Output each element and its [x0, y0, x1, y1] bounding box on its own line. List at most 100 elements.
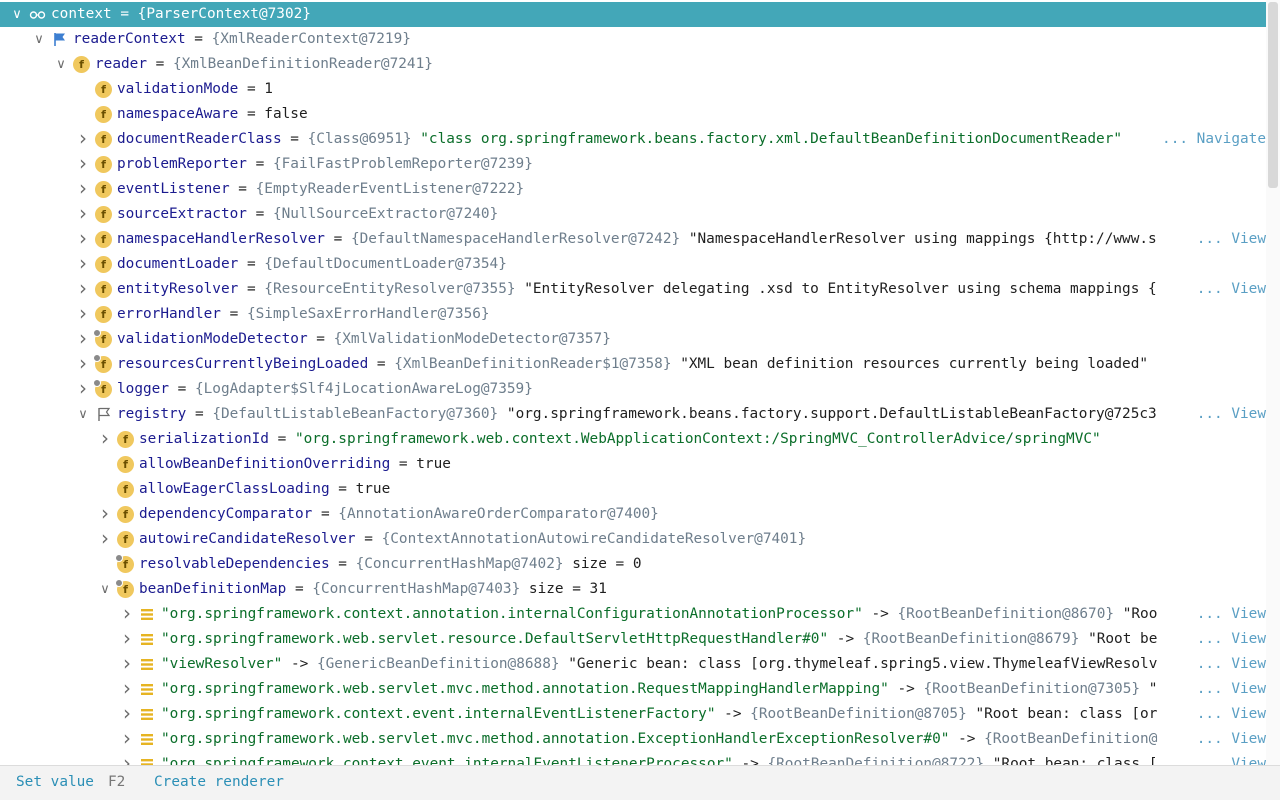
row-text: namespaceAware = false [117, 102, 308, 127]
variable-row[interactable]: › f documentReaderClass = {Class@6951} "cl… [0, 127, 1266, 152]
value-text: "XML bean definition resources currently… [680, 356, 1149, 372]
map-entry-row[interactable]: › "org.springframework.web.servlet.resour… [0, 627, 1266, 652]
set-value-button[interactable]: Set value [16, 774, 94, 790]
navigate-link[interactable]: ... Navigate [1162, 131, 1266, 147]
view-link[interactable]: ... View [1197, 731, 1266, 747]
variable-row[interactable]: › f namespaceHandlerResolver = {DefaultNam… [0, 227, 1266, 252]
variable-row[interactable]: f namespaceAware = false [0, 102, 1266, 127]
map-entry-row[interactable]: › "org.springframework.context.event.inte… [0, 752, 1266, 766]
row-text: validationModeDetector = {XmlValidationM… [117, 327, 611, 352]
operator: = [329, 481, 356, 497]
field-name: allowBeanDefinitionOverriding [139, 456, 391, 472]
variable-row[interactable]: › f sourceExtractor = {NullSourceExtractor… [0, 202, 1266, 227]
chevron-right-icon[interactable]: › [98, 427, 112, 452]
chevron-right-icon[interactable]: › [76, 277, 90, 302]
view-link[interactable]: ... View [1197, 631, 1266, 647]
field-name: readerContext [73, 31, 186, 47]
field-final-icon: f [93, 379, 112, 398]
map-entry-row[interactable]: › "org.springframework.context.event.inte… [0, 702, 1266, 727]
chevron-right-icon[interactable]: › [120, 627, 134, 652]
chevron-right-icon[interactable]: › [76, 152, 90, 177]
scrollbar-thumb[interactable] [1268, 2, 1278, 188]
view-link-container: ... View [1182, 227, 1266, 252]
chevron-down-icon[interactable]: ∨ [76, 402, 90, 427]
vertical-scrollbar[interactable] [1266, 0, 1280, 766]
variable-row[interactable]: › f autowireCandidateResolver = {ContextAn… [0, 527, 1266, 552]
chevron-right-icon[interactable]: › [120, 602, 134, 627]
object-ref: {AnnotationAwareOrderComparator@7400} [338, 506, 659, 522]
variable-row[interactable]: › f dependencyComparator = {AnnotationAwar… [0, 502, 1266, 527]
field-name: validationMode [117, 81, 239, 97]
variable-row[interactable]: › f logger = {LogAdapter$Slf4jLocationAwar… [0, 377, 1266, 402]
map-key: "org.springframework.web.servlet.resourc… [161, 631, 829, 647]
variable-row[interactable]: ∨ f beanDefinitionMap = {ConcurrentHashMap… [0, 577, 1266, 602]
row-text: serializationId = "org.springframework.w… [139, 427, 1101, 452]
chevron-down-icon[interactable]: ∨ [98, 577, 112, 602]
flag-outline-icon [95, 406, 112, 423]
chevron-right-icon[interactable]: › [76, 127, 90, 152]
object-ref: {XmlBeanDefinitionReader$1@7358} [394, 356, 672, 372]
operator: = [329, 556, 356, 572]
chevron-right-icon[interactable]: › [120, 677, 134, 702]
variable-row[interactable]: › f entityResolver = {ResourceEntityResolv… [0, 277, 1266, 302]
chevron-right-icon[interactable]: › [76, 252, 90, 277]
variable-row[interactable]: f allowEagerClassLoading = true [0, 477, 1266, 502]
create-renderer-button[interactable]: Create renderer [154, 774, 284, 790]
object-ref: {ParserContext@7302} [137, 6, 311, 22]
chevron-down-icon[interactable]: ∨ [32, 27, 46, 52]
chevron-right-icon[interactable]: › [120, 702, 134, 727]
variable-row[interactable]: › f validationModeDetector = {XmlValidatio… [0, 327, 1266, 352]
variable-row[interactable]: › f problemReporter = {FailFastProblemRepo… [0, 152, 1266, 177]
row-text: "org.springframework.context.event.inter… [161, 752, 1157, 766]
view-link-container: ... View [1182, 677, 1266, 702]
chevron-right-icon[interactable]: › [76, 377, 90, 402]
operator: = [355, 531, 382, 547]
variable-row[interactable]: f allowBeanDefinitionOverriding = true [0, 452, 1266, 477]
set-value-shortcut: F2 [108, 774, 126, 790]
variable-row[interactable]: f validationMode = 1 [0, 77, 1266, 102]
chevron-right-icon[interactable]: › [76, 227, 90, 252]
chevron-right-icon[interactable]: › [76, 352, 90, 377]
chevron-right-icon[interactable]: › [76, 202, 90, 227]
view-link[interactable]: ... View [1197, 706, 1266, 722]
variable-row[interactable]: › f resourcesCurrentlyBeingLoaded = {XmlBe… [0, 352, 1266, 377]
view-link[interactable]: ... View [1197, 231, 1266, 247]
view-link[interactable]: ... View [1197, 656, 1266, 672]
field-icon: f [95, 106, 112, 123]
map-entry-row[interactable]: › "viewResolver" -> {GenericBeanDefinitio… [0, 652, 1266, 677]
row-text: allowBeanDefinitionOverriding = true [139, 452, 451, 477]
chevron-right-icon[interactable]: › [120, 752, 134, 766]
view-link[interactable]: ... View [1197, 681, 1266, 697]
chevron-right-icon[interactable]: › [76, 302, 90, 327]
variable-row[interactable]: › f serializationId = "org.springframework… [0, 427, 1266, 452]
variable-row[interactable]: › f eventListener = {EmptyReaderEventListe… [0, 177, 1266, 202]
variable-row[interactable]: f resolvableDependencies = {ConcurrentHas… [0, 552, 1266, 577]
chevron-down-icon[interactable]: ∨ [10, 2, 24, 27]
view-link[interactable]: ... View [1197, 281, 1266, 297]
variable-row[interactable]: ∨ readerContext = {XmlReaderContext@7219} [0, 27, 1266, 52]
map-entry-row[interactable]: › "org.springframework.web.servlet.mvc.me… [0, 677, 1266, 702]
map-entry-row[interactable]: › "org.springframework.context.annotation… [0, 602, 1266, 627]
variable-row[interactable]: › f errorHandler = {SimpleSaxErrorHandler@… [0, 302, 1266, 327]
chevron-right-icon[interactable]: › [76, 327, 90, 352]
view-link-container: ... View [1182, 652, 1266, 677]
view-link[interactable]: ... View [1197, 406, 1266, 422]
chevron-right-icon[interactable]: › [98, 502, 112, 527]
chevron-right-icon[interactable]: › [120, 652, 134, 677]
chevron-right-icon[interactable]: › [98, 527, 112, 552]
chevron-down-icon[interactable]: ∨ [54, 52, 68, 77]
chevron-right-icon[interactable]: › [76, 177, 90, 202]
field-icon: f [95, 156, 112, 173]
view-link[interactable]: ... View [1197, 606, 1266, 622]
variable-row[interactable]: ∨ f reader = {XmlBeanDefinitionReader@7241… [0, 52, 1266, 77]
value-text: size = 0 [572, 556, 642, 572]
map-entry-row[interactable]: › "org.springframework.web.servlet.mvc.me… [0, 727, 1266, 752]
list-icon [139, 706, 156, 723]
value-text: "Root bean: class [or [975, 706, 1158, 722]
operator: = [229, 181, 256, 197]
field-name: resolvableDependencies [139, 556, 330, 572]
variable-row[interactable]: ∨ registry = {DefaultListableBeanFactory@… [0, 402, 1266, 427]
chevron-right-icon[interactable]: › [120, 727, 134, 752]
variable-row[interactable]: › f documentLoader = {DefaultDocumentLoade… [0, 252, 1266, 277]
variable-row[interactable]: ∨ context = {ParserContext@7302} [0, 2, 1266, 27]
